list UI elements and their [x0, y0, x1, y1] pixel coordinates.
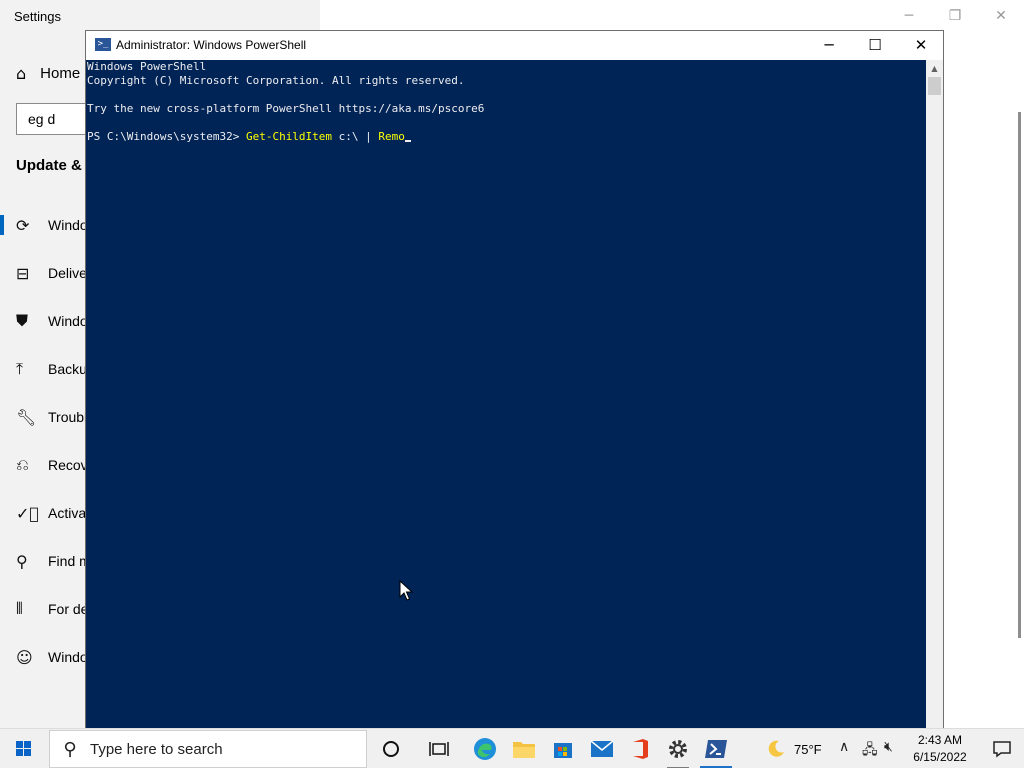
settings-minimize-button[interactable]: ─: [898, 5, 920, 27]
action-center-button[interactable]: [980, 729, 1024, 768]
console-prompt: PS C:\Windows\system32>: [87, 130, 246, 143]
task-view-button[interactable]: [420, 729, 458, 768]
backup-arrow-icon: ⤒: [16, 359, 24, 378]
settings-taskbar-button[interactable]: [659, 729, 697, 768]
minimize-button[interactable]: ─: [806, 31, 852, 60]
console-line: Try the new cross-platform PowerShell ht…: [87, 102, 485, 115]
scroll-up-arrow-icon[interactable]: ▲: [926, 60, 943, 77]
person-pin-icon: ⚲: [16, 551, 28, 571]
settings-window-title: Settings: [14, 9, 61, 24]
sidebar-item-label: Windo: [48, 649, 88, 665]
weather-temperature: 75°F: [794, 741, 822, 757]
powershell-window: >_ Administrator: Windows PowerShell ─ ☐…: [85, 30, 944, 728]
store-icon: [554, 743, 572, 758]
maximize-button[interactable]: ☐: [852, 31, 898, 60]
settings-icon: [669, 740, 687, 758]
start-button[interactable]: [0, 729, 48, 768]
settings-close-button[interactable]: ✕: [990, 5, 1012, 27]
scrollbar-thumb[interactable]: [928, 77, 941, 95]
home-label: Home: [40, 64, 81, 82]
office-icon: [633, 739, 648, 759]
developer-icon: ⫴: [16, 599, 23, 618]
console-argument: c:\ |: [332, 130, 379, 143]
weather-widget[interactable]: 75°F: [766, 729, 822, 768]
file-explorer-taskbar-button[interactable]: [505, 729, 543, 768]
cortana-button[interactable]: [372, 729, 410, 768]
task-view-icon: [429, 742, 449, 756]
console-scrollbar[interactable]: ▲: [926, 60, 943, 728]
taskbar: ⚲ Type here to search 75°F ∧ 🖧︎ 🔇︎ 2:43 …: [0, 728, 1024, 768]
network-icon[interactable]: 🖧︎: [862, 739, 878, 763]
console-prompt-line: PS C:\Windows\system32> Get-ChildItem c:…: [87, 130, 411, 144]
clock-time: 2:43 AM: [917, 733, 963, 747]
mail-taskbar-button[interactable]: [583, 729, 621, 768]
sidebar-item-label: Delive: [48, 265, 87, 281]
notification-icon: [993, 741, 1011, 758]
settings-home-link[interactable]: ⌂ Home: [16, 62, 80, 84]
store-taskbar-button[interactable]: [544, 729, 582, 768]
powershell-window-title: Administrator: Windows PowerShell: [116, 38, 307, 52]
close-button[interactable]: ✕: [898, 31, 944, 60]
search-placeholder: Type here to search: [90, 740, 223, 758]
sidebar-item-label: Troubl: [48, 409, 88, 425]
clock-date: 6/15/2022: [913, 750, 967, 764]
text-cursor: [404, 140, 411, 142]
powershell-icon: [705, 740, 727, 758]
insider-cat-icon: ☺: [16, 647, 33, 667]
shield-icon: ⛊: [16, 311, 29, 330]
windows-logo-icon: [16, 741, 31, 756]
console-piped-command: Remo: [378, 130, 405, 143]
settings-scrollbar[interactable]: [1018, 112, 1021, 638]
settings-section-heading: Update & S: [16, 157, 97, 174]
recovery-icon: ⎌: [16, 455, 29, 474]
home-icon: ⌂: [16, 63, 27, 83]
chevron-up-icon[interactable]: ∧: [839, 739, 849, 755]
sidebar-item-label: For de: [48, 601, 89, 617]
file-explorer-icon: [513, 742, 535, 758]
sync-icon: ⟳: [16, 215, 30, 235]
taskbar-search-box[interactable]: ⚲ Type here to search: [49, 730, 367, 768]
sidebar-item-label: Windo: [48, 217, 88, 233]
console-line: Copyright (C) Microsoft Corporation. All…: [87, 74, 465, 87]
cortana-icon: [383, 741, 399, 757]
powershell-icon: >_: [95, 38, 111, 51]
sidebar-item-label: Windo: [48, 313, 88, 329]
office-taskbar-button[interactable]: [621, 729, 659, 768]
mouse-pointer-icon: [399, 580, 413, 601]
powershell-taskbar-button[interactable]: [697, 729, 735, 768]
powershell-console[interactable]: Windows PowerShell Copyright (C) Microso…: [86, 60, 926, 728]
settings-restore-button[interactable]: ❐: [944, 5, 966, 27]
powershell-titlebar[interactable]: >_ Administrator: Windows PowerShell ─ ☐…: [86, 31, 943, 60]
console-line: Windows PowerShell: [87, 60, 207, 73]
edge-taskbar-button[interactable]: [466, 729, 504, 768]
wrench-icon: 🔧︎: [16, 407, 37, 427]
check-circle-icon: ✓⃝: [16, 503, 40, 523]
delivery-optimization-icon: ⊟: [16, 263, 30, 283]
search-icon: ⚲: [63, 738, 77, 760]
sidebar-item-label: Activa: [48, 505, 87, 521]
volume-muted-icon[interactable]: 🔇︎: [884, 739, 893, 755]
edge-icon: [474, 738, 496, 760]
taskbar-clock[interactable]: 2:43 AM 6/15/2022: [908, 732, 972, 766]
weather-moon-icon: [768, 740, 784, 757]
mail-icon: [590, 740, 614, 757]
console-command: Get-ChildItem: [245, 130, 333, 143]
